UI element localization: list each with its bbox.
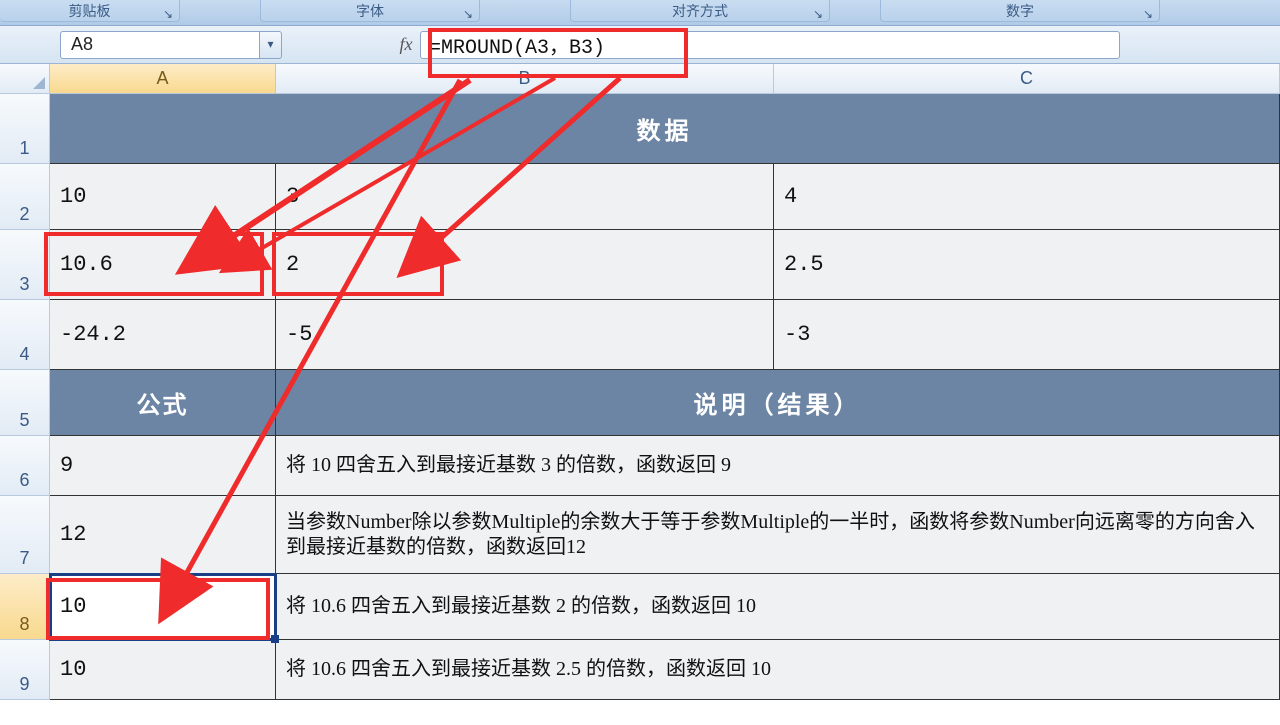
row-header-1[interactable]: 1 [0, 94, 50, 164]
row-header-8-label: 8 [19, 614, 29, 635]
cell-A9[interactable]: 10 [50, 640, 276, 700]
cell-B4-value: -5 [286, 322, 312, 347]
dialog-launcher-icon[interactable]: ↘ [1143, 7, 1155, 19]
dialog-launcher-icon[interactable]: ↘ [463, 7, 475, 19]
row-header-9-label: 9 [19, 674, 29, 695]
cell-B7-merged[interactable]: 当参数Number除以参数Multiple的余数大于等于参数Multiple的一… [276, 496, 1280, 574]
name-box-dropdown[interactable]: ▾ [260, 31, 282, 59]
cell-A4[interactable]: -24.2 [50, 300, 276, 370]
row-header-4-label: 4 [19, 344, 29, 365]
cell-C4[interactable]: -3 [774, 300, 1280, 370]
cell-A4-value: -24.2 [60, 322, 126, 347]
row-header-6[interactable]: 6 [0, 436, 50, 496]
row-header-7-label: 7 [19, 548, 29, 569]
column-header-C-label: C [1020, 68, 1033, 89]
fx-icon: fx [400, 34, 413, 55]
cell-A3[interactable]: 10.6 [50, 230, 276, 300]
cell-A7-value: 12 [60, 522, 86, 547]
cell-B8-merged[interactable]: 将 10.6 四舍五入到最接近基数 2 的倍数，函数返回 10 [276, 574, 1280, 640]
cell-A1-merged-header[interactable]: 数据 [50, 94, 1280, 164]
worksheet-grid[interactable]: A B C 1 2 3 4 5 6 7 8 9 数据 10 3 4 10.6 2… [0, 64, 1280, 725]
ribbon-group-font-label: 字体 [356, 1, 384, 21]
row-header-3-label: 3 [19, 274, 29, 295]
cell-C2-value: 4 [784, 184, 797, 209]
cell-C4-value: -3 [784, 322, 810, 347]
row-header-8[interactable]: 8 [0, 574, 50, 640]
cell-B6-value: 将 10 四舍五入到最接近基数 3 的倍数，函数返回 9 [286, 453, 731, 478]
row-header-5-label: 5 [19, 410, 29, 431]
name-box-value: A8 [71, 34, 93, 55]
select-all-corner[interactable] [0, 64, 50, 94]
cell-A7[interactable]: 12 [50, 496, 276, 574]
ribbon-group-clipboard: 剪贴板 ↘ [0, 0, 180, 22]
cell-A9-value: 10 [60, 657, 86, 682]
formula-bar-row: A8 ▾ fx =MROUND(A3，B3) [0, 26, 1280, 64]
ribbon-group-font: 字体 ↘ [260, 0, 480, 22]
column-header-B-label: B [518, 68, 530, 89]
row-header-7[interactable]: 7 [0, 496, 50, 574]
row-header-5[interactable]: 5 [0, 370, 50, 436]
ribbon-group-number: 数字 ↘ [880, 0, 1160, 22]
cell-B6-merged[interactable]: 将 10 四舍五入到最接近基数 3 的倍数，函数返回 9 [276, 436, 1280, 496]
cell-A5-header-formula[interactable]: 公式 [50, 370, 276, 436]
cell-B5-merged-header-desc[interactable]: 说明（结果） [276, 370, 1280, 436]
cell-B3-value: 2 [286, 252, 299, 277]
dialog-launcher-icon[interactable]: ↘ [163, 7, 175, 19]
chevron-down-icon: ▾ [267, 37, 273, 52]
cell-C2[interactable]: 4 [774, 164, 1280, 230]
cell-C3[interactable]: 2.5 [774, 230, 1280, 300]
ribbon-group-alignment: 对齐方式 ↘ [570, 0, 830, 22]
cell-B9-merged[interactable]: 将 10.6 四舍五入到最接近基数 2.5 的倍数，函数返回 10 [276, 640, 1280, 700]
cell-C3-value: 2.5 [784, 252, 824, 277]
column-header-A[interactable]: A [50, 64, 276, 94]
header-desc-label: 说明（结果） [694, 385, 862, 420]
ribbon-group-clipboard-label: 剪贴板 [69, 1, 111, 21]
cell-A8-selected[interactable]: 10 [50, 574, 276, 640]
row-header-1-label: 1 [19, 138, 29, 159]
cell-B2[interactable]: 3 [276, 164, 774, 230]
ribbon-group-alignment-label: 对齐方式 [672, 1, 728, 21]
cell-B7-value: 当参数Number除以参数Multiple的余数大于等于参数Multiple的一… [286, 510, 1269, 560]
cell-A6[interactable]: 9 [50, 436, 276, 496]
cell-B8-value: 将 10.6 四舍五入到最接近基数 2 的倍数，函数返回 10 [286, 594, 756, 619]
formula-bar-input[interactable]: =MROUND(A3，B3) [420, 31, 1120, 59]
cells-container: 数据 10 3 4 10.6 2 2.5 -24.2 -5 -3 公式 说明（结… [50, 94, 1280, 700]
cell-B4[interactable]: -5 [276, 300, 774, 370]
cell-A2[interactable]: 10 [50, 164, 276, 230]
column-header-B[interactable]: B [276, 64, 774, 94]
ribbon-group-labels: 剪贴板 ↘ 字体 ↘ 对齐方式 ↘ 数字 ↘ [0, 0, 1280, 26]
cell-B9-value: 将 10.6 四舍五入到最接近基数 2.5 的倍数，函数返回 10 [286, 657, 771, 682]
column-headers: A B C [50, 64, 1280, 94]
cell-A8-value: 10 [60, 594, 86, 619]
cell-A6-value: 9 [60, 453, 73, 478]
cell-A3-value: 10.6 [60, 252, 113, 277]
row-header-6-label: 6 [19, 470, 29, 491]
cell-B2-value: 3 [286, 184, 299, 209]
cell-B3[interactable]: 2 [276, 230, 774, 300]
row-headers: 1 2 3 4 5 6 7 8 9 [0, 94, 50, 700]
row-header-2[interactable]: 2 [0, 164, 50, 230]
formula-bar-value: =MROUND(A3，B3) [429, 30, 605, 60]
header-formula-label: 公式 [137, 385, 189, 420]
dialog-launcher-icon[interactable]: ↘ [813, 7, 825, 19]
name-box[interactable]: A8 [60, 31, 260, 59]
row-header-3[interactable]: 3 [0, 230, 50, 300]
row-header-4[interactable]: 4 [0, 300, 50, 370]
cell-A2-value: 10 [60, 184, 86, 209]
column-header-C[interactable]: C [774, 64, 1280, 94]
column-header-A-label: A [156, 68, 168, 89]
header-data-label: 数据 [637, 111, 693, 146]
row-header-9[interactable]: 9 [0, 640, 50, 700]
insert-function-button[interactable]: fx [392, 31, 420, 59]
ribbon-group-number-label: 数字 [1006, 1, 1034, 21]
row-header-2-label: 2 [19, 204, 29, 225]
